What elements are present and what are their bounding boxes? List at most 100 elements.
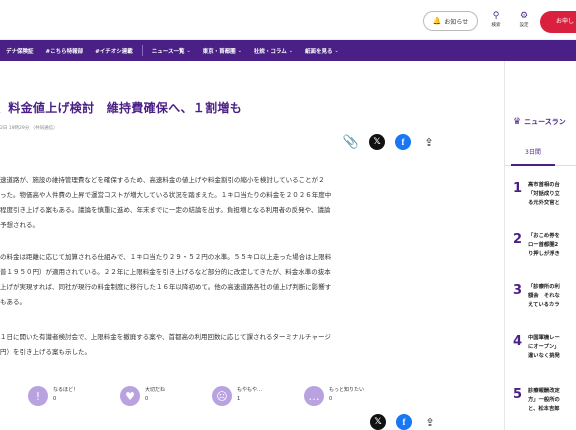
reaction-taisetsu[interactable]: ♥ 大切だね 0 [120,386,172,406]
nav-item-tokyo[interactable]: 東京・首都圏 ⌄ [197,47,248,55]
subscribe-label: お申し [556,18,575,25]
chevron-down-icon: ⌄ [186,47,191,54]
share-icon[interactable]: ⇪ [422,414,438,430]
x-logo-icon[interactable]: 𝕏 [370,414,386,430]
reaction-label: もっと知りたい [329,387,365,393]
paragraph-line: 予想される。 [0,221,39,229]
paragraph-line: １日に開いた有識者検討会で、上限料金を撤廃する案や、首都高の利用回数に応じて課さ… [0,333,331,341]
facebook-icon[interactable]: f [396,414,412,430]
article-headline: 、料金値上げ検討 維持費確保へ、１割増も [0,101,243,115]
nav-label: #イチオシ連載 [95,48,133,55]
chat-icon: … [304,386,324,406]
nav-label: 紙面を見る [304,48,333,55]
reaction-label: なるほど！ [53,387,79,393]
search-button[interactable]: ⚲ 検索 [485,11,507,28]
chevron-down-icon: ⌄ [288,47,293,54]
rank-text: 中国軍機レー [528,335,560,341]
nav-divider [141,45,143,56]
paragraph-line: った。物価高や人件費の上昇で運営コストが増大している状況を踏まえた。１キロ当たり… [0,191,332,199]
rank-number: 5 [513,387,523,402]
reaction-count: 0 [53,396,57,402]
ranking-item[interactable]: 5 診療報酬改定 方」一般所の と、松本吉郎 [513,387,576,414]
reaction-label: もやもや… [237,387,263,393]
nav-item-news-list[interactable]: ニュース一覧 ⌄ [146,47,197,55]
chevron-down-icon: ⌄ [334,47,339,54]
notifications-button[interactable]: 🔔 お知らせ [423,11,478,31]
tab-active-indicator [511,164,555,166]
reaction-count: 0 [145,396,149,402]
paragraph-line: の料金は距離に応じて加算される仕組みで、１キロ当たり２９・５２円の水準。５５キロ… [0,253,332,261]
bell-icon: 🔔 [432,17,442,25]
paragraph-line: もある。 [0,298,26,306]
rank-text: 「おこめ券を [528,233,560,239]
rank-text: ロー首都圏2 [528,242,559,248]
reaction-count: 1 [237,396,241,402]
rank-text: 違いなく挑発 [528,353,560,359]
chevron-down-icon: ⌄ [237,47,242,54]
frown-icon: ☹ [212,386,232,406]
nav-label: 社説・コラム [253,48,287,55]
article-paragraph-1: 速道路が、施設の維持管理費などを確保するため、高速料金の値上げや料金割引の縮小を… [0,173,440,233]
tab-3days[interactable]: 3日間 [525,147,541,156]
search-label: 検索 [491,23,501,28]
heart-icon: ♥ [120,386,140,406]
share-bar-bottom: 𝕏 f ⇪ [370,414,438,430]
ranking-title-text: ニュースラン [524,118,566,126]
paragraph-line: 普１９５０円）が適用されている。２２年に上限料金を引き上げるなど部分的に改定して… [0,268,331,276]
facebook-icon[interactable]: f [395,134,411,150]
reaction-label: 大切だね [145,387,166,393]
subscribe-button[interactable]: お申し [540,11,576,33]
rank-text: と、松本吉郎 [528,406,560,412]
rank-text: えているカラ [528,302,560,308]
nav-item-editorial[interactable]: 社説・コラム ⌄ [248,47,299,55]
rank-number: 3 [513,283,523,298]
reaction-motto[interactable]: … もっと知りたい 0 [304,386,364,406]
paperclip-icon[interactable]: 📎 [343,134,359,150]
crown-icon: ♛ [513,117,522,127]
paragraph-line: 速道路が、施設の維持管理費などを確保するため、高速料金の値上げや料金割引の縮小を… [0,176,325,184]
nav-item-ichioshi[interactable]: #イチオシ連載 [89,47,139,55]
reaction-naruhodo[interactable]: ! なるほど！ 0 [28,386,80,406]
rank-text: 「診療所の利 [528,284,560,290]
exclamation-icon: ! [28,386,48,406]
ranking-item[interactable]: 2 「おこめ券を ロー首都圏2 り押しが浮き [513,232,576,259]
reaction-bar: ! なるほど！ 0 ♥ 大切だね 0 ☹ もやもや… 1 … もっと知りたい 0 [28,386,364,406]
rank-text: る元外交官と [528,200,560,206]
nav-label: 東京・首都圏 [202,48,236,55]
rank-text: 方」一般所の [528,397,560,403]
gear-icon: ⚙ [519,11,529,21]
paragraph-line: 程度引き上げる案もある。議論を慎重に進め、年末までに一定の結論を出す。負担増とな… [0,206,331,214]
paragraph-line: 円）を引き上げる案も示した。 [0,348,91,356]
share-icon[interactable]: ⇪ [421,134,437,150]
rank-number: 1 [513,181,523,196]
ranking-item[interactable]: 3 「診療所の利 額会 それな えているカラ [513,283,576,310]
rank-text: 額会 それな [528,293,560,299]
rank-text: にオープン」 [528,344,560,350]
reaction-moyamoya[interactable]: ☹ もやもや… 1 [212,386,264,406]
x-logo-icon[interactable]: 𝕏 [369,134,385,150]
article-dateline: 2日 19時29分 （共同通信） [0,126,58,131]
rank-number: 4 [513,334,523,349]
article-paragraph-3: １日に開いた有識者検討会で、上限料金を撤廃する案や、首都高の利用回数に応じて課さ… [0,330,440,360]
search-icon: ⚲ [492,11,500,21]
paragraph-line: 上げが実現すれば、同社が現行の料金制度に移行した１６年以降初めて。他の高速道路各… [0,283,332,291]
nav-item-tokuhobu[interactable]: #こちら特報部 [40,47,90,55]
nav-label: #こちら特報部 [45,48,84,55]
settings-button[interactable]: ⚙ 設定 [513,11,535,28]
rank-text: 診療報酬改定 [528,388,560,394]
ranking-item[interactable]: 1 高市首相の台 「対話成り立 る元外交官と [513,181,576,208]
nav-item-paper[interactable]: 紙面を見る ⌄ [299,47,345,55]
nav-item-insurance[interactable]: デナ保険証 [0,47,40,55]
reaction-count: 0 [329,396,333,402]
rank-text: り押しが浮き [528,251,560,257]
ranking-title: ♛ ニュースラン [513,117,566,127]
nav-label: デナ保険証 [6,48,34,55]
rank-text: 「対話成り立 [528,191,560,197]
rank-number: 2 [513,232,523,247]
rank-text: 高市首相の台 [528,182,560,188]
nav-label: ニュース一覧 [151,48,185,55]
top-header: 🔔 お知らせ ⚲ 検索 ⚙ 設定 お申し [0,0,576,40]
ranking-item[interactable]: 4 中国軍機レー にオープン」 違いなく挑発 [513,334,576,361]
main-nav: デナ保険証 #こちら特報部 #イチオシ連載 ニュース一覧 ⌄ 東京・首都圏 ⌄ 社説… [0,40,576,61]
ranking-sidebar: ♛ ニュースラン 3日間 1 高市首相の台 「対話成り立 る元外交官と 2 「おこめ… [504,61,576,430]
